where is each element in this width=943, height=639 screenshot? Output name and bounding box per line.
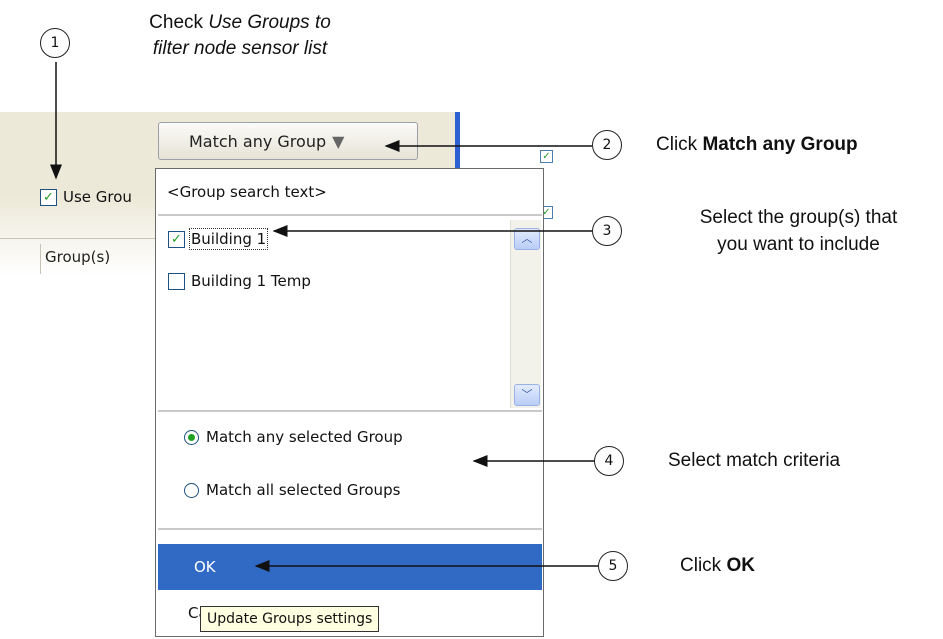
callout-4-text: Select match criteria <box>668 450 841 471</box>
callout-number: 2 <box>602 137 612 153</box>
callout-2-prefix: Click <box>656 134 703 155</box>
callout-2-bold: Match any Group <box>702 134 858 155</box>
callout-1-badge: 1 <box>40 28 70 58</box>
callout-3-text: Select the group(s) that you want to inc… <box>654 204 943 258</box>
callout-2-text: Click Match any Group <box>656 134 858 156</box>
callout-number: 5 <box>608 558 618 574</box>
callout-1-suffix: to <box>309 12 331 33</box>
callout-1-text: Check Use Groups to filter node sensor l… <box>110 10 370 62</box>
callout-1-line2: filter node sensor list <box>152 38 328 59</box>
callout-5-bold: OK <box>726 555 755 576</box>
callout-5-text: Click OK <box>680 555 755 577</box>
callout-2-badge: 2 <box>592 130 622 160</box>
callout-5-badge: 5 <box>598 551 628 581</box>
callout-number: 1 <box>50 35 60 51</box>
callout-1-prefix: Check <box>149 12 209 33</box>
callout-1-emphasis: Use Groups <box>208 12 310 33</box>
callout-3-badge: 3 <box>592 216 622 246</box>
callout-5-prefix: Click <box>680 555 727 576</box>
callout-number: 3 <box>602 223 612 239</box>
callout-number: 4 <box>604 453 614 469</box>
callout-3-line2: you want to include <box>717 234 880 255</box>
callout-4-badge: 4 <box>594 446 624 476</box>
callout-3-line1: Select the group(s) that <box>699 207 898 228</box>
callout-arrows <box>50 62 598 572</box>
